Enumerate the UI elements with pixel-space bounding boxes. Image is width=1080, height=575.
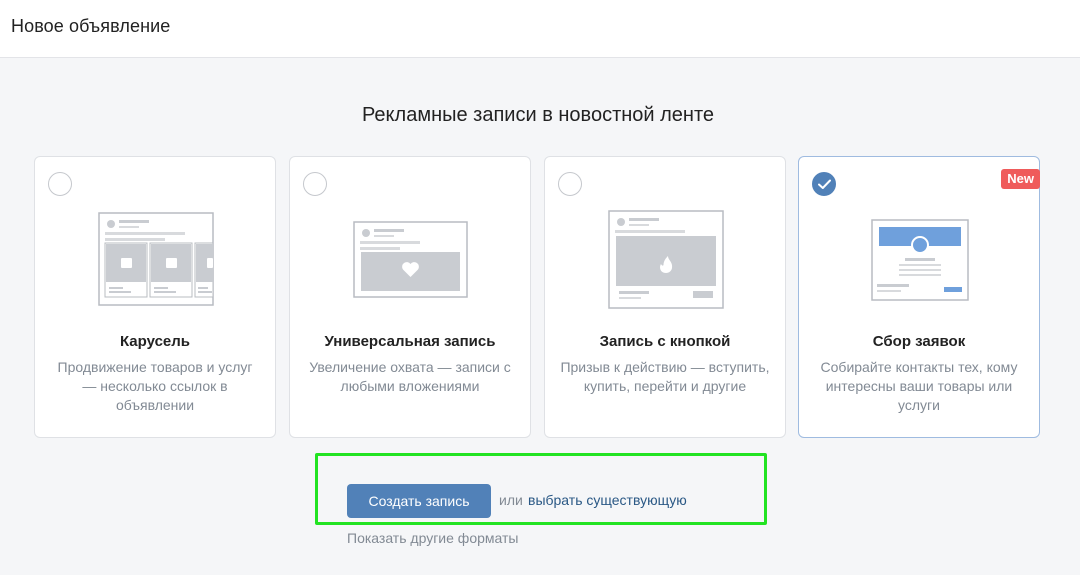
- carousel-illustration: [98, 212, 214, 306]
- card-title: Универсальная запись: [324, 333, 496, 350]
- radio-button[interactable]: [48, 172, 72, 196]
- card-title: Запись с кнопкой: [599, 333, 731, 350]
- choose-existing-link[interactable]: выбрать существующую: [528, 492, 687, 508]
- format-card-universal[interactable]: Универсальная запись Увеличение охвата —…: [289, 156, 531, 438]
- format-card-lead-form[interactable]: New Сбор заявок Собирайте контакты тех, …: [798, 156, 1040, 438]
- show-more-formats-link[interactable]: Показать другие форматы: [347, 530, 518, 546]
- card-title: Сбор заявок: [872, 333, 966, 350]
- card-description: Увеличение охвата — записи с любыми влож…: [309, 359, 511, 394]
- page-title: Новое объявление: [11, 16, 171, 36]
- card-description: Продвижение товаров и услуг — несколько …: [57, 359, 253, 413]
- create-post-button[interactable]: Создать запись: [347, 484, 491, 518]
- format-card-button-post[interactable]: Запись с кнопкой Призыв к действию — вст…: [544, 156, 786, 438]
- new-badge: New: [1001, 169, 1040, 189]
- section-title: Рекламные записи в новостной ленте: [361, 104, 715, 126]
- universal-post-illustration: [353, 221, 468, 298]
- lead-form-illustration: [871, 219, 969, 301]
- radio-button[interactable]: [303, 172, 327, 196]
- card-title: Карусель: [119, 333, 191, 350]
- card-description: Призыв к действию — вступить, купить, пе…: [560, 359, 770, 394]
- or-text: или: [499, 492, 523, 508]
- format-card-carousel[interactable]: Карусель Продвижение товаров и услуг — н…: [34, 156, 276, 438]
- radio-button[interactable]: [558, 172, 582, 196]
- top-bar: Новое объявление: [0, 0, 1080, 58]
- radio-button-checked[interactable]: [812, 172, 836, 196]
- checkmark-icon: [818, 179, 831, 189]
- card-description: Собирайте контакты тех, кому интересны в…: [820, 359, 1018, 413]
- button-post-illustration: [608, 210, 724, 309]
